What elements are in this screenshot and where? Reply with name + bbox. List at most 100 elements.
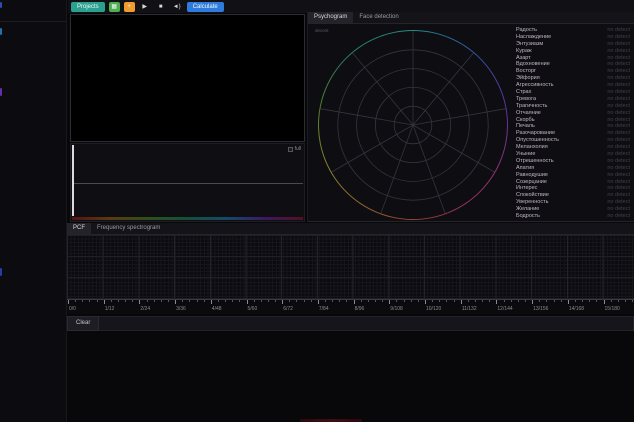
emotion-row[interactable]: Кураж no detect: [506, 48, 634, 55]
axis-tick: [604, 300, 605, 304]
emotion-row[interactable]: Спокойствие no detect: [506, 192, 634, 199]
emotion-row[interactable]: Апатия no detect: [506, 165, 634, 172]
axis-tick: [111, 300, 112, 302]
emotion-row[interactable]: Равнодушие no detect: [506, 172, 634, 179]
emotion-label: Созерцание: [516, 179, 547, 186]
axis-tick-label: 3/36: [176, 306, 186, 312]
axis-tick: [325, 300, 326, 302]
calculate-button[interactable]: Calculate: [187, 2, 224, 12]
axis-tick: [282, 300, 283, 304]
axis-tick: [168, 300, 169, 302]
axis-tick: [425, 300, 426, 304]
tab-face-detection[interactable]: Face detection: [353, 12, 404, 23]
volume-icon[interactable]: ◄): [171, 2, 183, 12]
emotion-row[interactable]: Уверенность no detect: [506, 199, 634, 206]
playhead[interactable]: [72, 145, 74, 216]
plus-icon[interactable]: +: [124, 2, 135, 12]
axis-tick: [618, 300, 619, 302]
clear-button[interactable]: Clear: [67, 316, 99, 331]
emotion-label: Трагичность: [516, 103, 547, 110]
grid-icon[interactable]: ▦: [109, 2, 120, 12]
axis-tick: [396, 300, 397, 302]
emotion-value: no detect: [607, 68, 630, 75]
axis-tick: [461, 300, 462, 304]
emotion-row[interactable]: Желание no detect: [506, 206, 634, 213]
axis-tick-label: 4/48: [212, 306, 222, 312]
emotion-row[interactable]: Радость no detect: [506, 27, 634, 34]
emotion-row[interactable]: Отчаяние no detect: [506, 110, 634, 117]
emotion-row[interactable]: Азарт no detect: [506, 55, 634, 62]
axis-tick: [354, 300, 355, 304]
emotion-row[interactable]: Энтузиазм no detect: [506, 41, 634, 48]
axis-tick: [446, 300, 447, 302]
axis-tick-label: 15/180: [605, 306, 620, 312]
tab-pcf[interactable]: PCF: [67, 223, 91, 234]
emotion-row[interactable]: Агрессивность no detect: [506, 82, 634, 89]
emotion-label: Уверенность: [516, 199, 549, 206]
emotion-value: no detect: [607, 158, 630, 165]
axis-tick: [489, 300, 490, 302]
axis-tick: [525, 300, 526, 302]
waveform-panel[interactable]: full: [70, 143, 305, 222]
axis-tick: [75, 300, 76, 302]
emotion-row[interactable]: Наслаждение no detect: [506, 34, 634, 41]
emotion-row[interactable]: Вдохновение no detect: [506, 61, 634, 68]
emotion-value: no detect: [607, 213, 630, 220]
axis-tick: [147, 300, 148, 302]
emotion-value: no detect: [607, 89, 630, 96]
axis-tick-label: 12/144: [497, 306, 512, 312]
axis-tick: [518, 300, 519, 302]
emotion-label: Апатия: [516, 165, 534, 172]
emotion-row[interactable]: Страх no detect: [506, 89, 634, 96]
emotion-row[interactable]: Печаль no detect: [506, 123, 634, 130]
axis-tick: [97, 300, 98, 302]
emotion-row[interactable]: Уныние no detect: [506, 151, 634, 158]
waveform-color-strip: [72, 217, 303, 220]
axis-tick-label: 5/60: [248, 306, 258, 312]
axis-tick: [189, 300, 190, 302]
axis-tick-label: 1/12: [105, 306, 115, 312]
emotion-value: no detect: [607, 151, 630, 158]
emotion-row[interactable]: Разочарование no detect: [506, 130, 634, 137]
emotion-value: no detect: [607, 41, 630, 48]
axis-tick: [439, 300, 440, 302]
emotion-row[interactable]: Опустошенность no detect: [506, 137, 634, 144]
axis-tick: [361, 300, 362, 302]
emotion-row[interactable]: Тревога no detect: [506, 96, 634, 103]
emotion-row[interactable]: Отрешенность no detect: [506, 158, 634, 165]
play-icon[interactable]: ▶: [139, 2, 151, 12]
emotion-row[interactable]: Трагичность no detect: [506, 103, 634, 110]
axis-tick-label: 2/24: [140, 306, 150, 312]
emotion-row[interactable]: Бодрость no detect: [506, 213, 634, 220]
full-checkbox[interactable]: full: [288, 146, 301, 152]
emotion-value: no detect: [607, 199, 630, 206]
tab-frequency-spectrogram[interactable]: Frequency spectrogram: [91, 223, 166, 234]
emotion-value: no detect: [607, 123, 630, 130]
emotion-row[interactable]: Созерцание no detect: [506, 179, 634, 186]
emotion-label: Азарт: [516, 55, 531, 62]
axis-tick: [197, 300, 198, 302]
spectrogram-plot[interactable]: [67, 235, 634, 299]
tab-psychogram[interactable]: Psychogram: [308, 12, 353, 23]
projects-button[interactable]: Projects: [71, 2, 105, 12]
emotion-label: Отрешенность: [516, 158, 554, 165]
edge-mark-purple: [0, 88, 2, 96]
axis-tick: [568, 300, 569, 304]
sidebar: [0, 0, 67, 422]
emotion-value: no detect: [607, 96, 630, 103]
emotion-value: no detect: [607, 137, 630, 144]
emotion-row[interactable]: Скорбь no detect: [506, 117, 634, 124]
checkbox-icon[interactable]: [288, 147, 293, 152]
axis-tick-label: 8/96: [355, 306, 365, 312]
stop-icon[interactable]: ■: [155, 2, 167, 12]
axis-tick-label: 13/156: [533, 306, 548, 312]
emotion-row[interactable]: Меланхолия no detect: [506, 144, 634, 151]
axis-tick: [304, 300, 305, 302]
emotion-label: Наслаждение: [516, 34, 551, 41]
edge-mark-indigo: [0, 268, 2, 276]
emotion-label: Тревога: [516, 96, 536, 103]
emotion-row[interactable]: Эйфория no detect: [506, 75, 634, 82]
axis-tick: [346, 300, 347, 302]
time-axis-ruler[interactable]: 0/01/122/243/364/485/606/727/848/969/108…: [67, 299, 634, 314]
emotion-value: no detect: [607, 82, 630, 89]
